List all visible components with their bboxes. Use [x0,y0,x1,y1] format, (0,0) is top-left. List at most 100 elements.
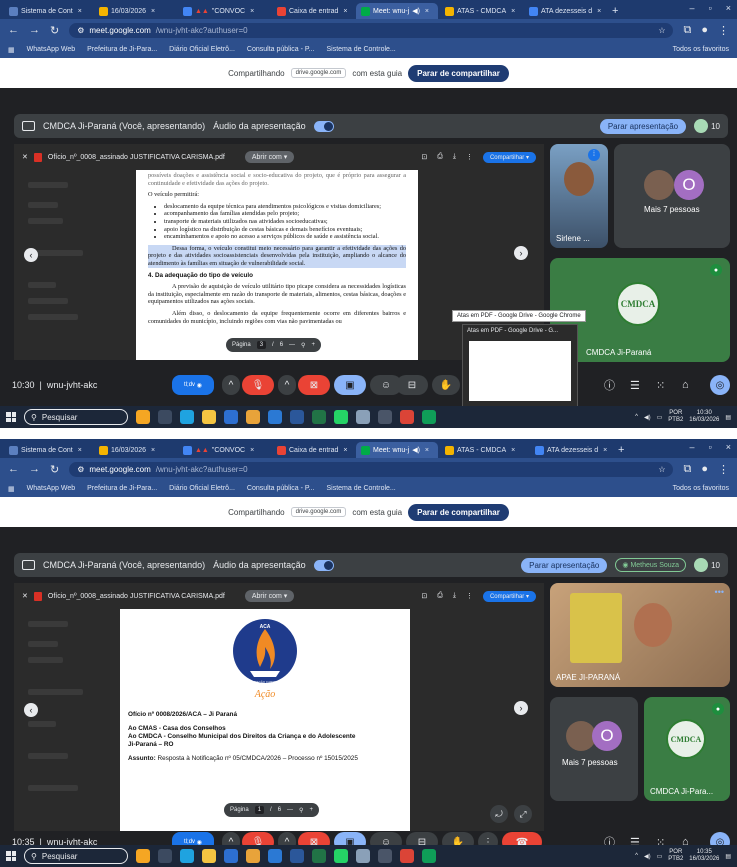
rotate-icon[interactable]: ⤾ [490,805,508,823]
stop-presenting-button[interactable]: Parar apresentação [599,118,687,134]
stop-sharing-button[interactable]: Parar de compartilhar [408,64,509,82]
bookmark-item[interactable]: Prefeitura de Ji-Para... [87,46,157,53]
stop-sharing-button[interactable]: Parar de compartilhar [408,503,509,521]
open-with-button[interactable]: Abrir com ▾ [244,151,295,163]
star-icon[interactable]: ☆ [658,465,665,474]
next-file-icon[interactable]: › [514,701,528,715]
taskbar-clock[interactable]: 10:35 16/03/2026 [689,849,719,863]
close-icon[interactable]: ✕ [22,153,28,161]
taskbar-search[interactable]: ⚲ Pesquisar [24,409,128,425]
back-icon[interactable]: ← [8,24,19,36]
close-icon[interactable]: × [78,8,82,15]
browser-tab[interactable]: Sistema de Cont × [4,442,92,458]
apps-icon[interactable]: ▦ [8,485,15,493]
browser-tab[interactable]: Caixa de entrad × [272,442,354,458]
chrome-icon[interactable] [246,849,260,863]
zoom-out-icon[interactable]: — [287,807,293,813]
windows-start-icon[interactable] [6,851,16,861]
extensions-icon[interactable]: ⧉ [683,463,691,476]
extensions-icon[interactable]: ⧉ [683,24,691,37]
zoom-in-icon[interactable]: + [311,342,315,348]
browser-tab[interactable]: ATAS - CMDCA × [440,3,522,19]
chrome-profile-icon[interactable] [422,849,436,863]
close-icon[interactable]: × [511,8,515,15]
calculator-icon[interactable] [378,410,392,424]
more-icon[interactable]: ⋮ [466,153,473,161]
zoom-in-icon[interactable]: + [309,807,313,813]
url-field[interactable]: ⚙ meet.google.com/wnu-jvht-akc?authuser=0… [69,461,674,477]
notepad-icon[interactable] [356,410,370,424]
participant-tile[interactable]: ••• APAE JI-PARANÁ [550,583,730,687]
participant-count[interactable]: 10 [694,119,720,133]
bookmark-item[interactable]: WhatsApp Web [27,46,76,53]
comment-icon[interactable]: ⊡ [421,592,427,600]
bookmark-item[interactable]: Consulta pública - P... [247,46,315,53]
reload-icon[interactable]: ↻ [50,24,59,37]
bookmark-item[interactable]: WhatsApp Web [27,485,76,492]
browser-tab[interactable]: ATA dezesseis d × [524,3,606,19]
page-number-input[interactable]: 3 [256,341,267,349]
tldv-button[interactable]: tl;dv ◉ [172,375,214,395]
presentation-audio-toggle[interactable] [313,120,334,132]
url-field[interactable]: ⚙ meet.google.com/wnu-jvht-akc?authuser=0… [69,22,674,38]
browser-tab[interactable]: ATAS - CMDCA × [440,442,528,458]
minimize-icon[interactable]: – [690,442,695,452]
edge-icon[interactable] [180,849,194,863]
browser-tab[interactable]: Sistema de Cont × [4,3,92,19]
browser-tab-active[interactable]: Meet: wnu-j ◀) × [356,3,438,19]
participant-overflow-tile[interactable]: O Mais 7 pessoas [550,697,638,801]
close-window-icon[interactable]: × [726,442,731,452]
microphone-off-button[interactable]: 🎙 [242,375,274,395]
store-icon[interactable] [224,410,238,424]
previous-file-icon[interactable]: ‹ [24,703,38,717]
browser-tab[interactable]: ATA dezesseis d × [530,442,612,458]
page-number-input[interactable]: 1 [254,806,265,814]
close-icon[interactable]: × [151,8,155,15]
close-icon[interactable]: ✕ [22,592,28,600]
excel-icon[interactable] [312,410,326,424]
host-controls-icon[interactable]: ⌂ [682,379,689,391]
browser-tab[interactable]: ▲▲ "CONVOC × [178,3,270,19]
minimize-icon[interactable]: – [690,3,695,13]
outlook-icon[interactable] [268,849,282,863]
notifications-icon[interactable]: ▤ [725,853,731,860]
apps-icon[interactable]: ▦ [8,46,15,54]
companion-icon[interactable]: ◎ [710,375,730,395]
edge-icon[interactable] [180,410,194,424]
new-tab-icon[interactable]: + [612,5,618,17]
video-options-icon[interactable]: ^ [278,375,296,395]
browser-tab[interactable]: ▲▲ "CONVOC × [178,442,270,458]
whatsapp-icon[interactable] [334,849,348,863]
expand-icon[interactable]: ⤢ [514,805,532,823]
bookmark-item[interactable]: Diário Oficial Eletrô... [169,485,235,492]
new-tab-icon[interactable]: + [618,444,624,456]
close-window-icon[interactable]: × [726,3,731,13]
close-icon[interactable]: × [250,447,254,454]
site-info-icon[interactable]: ⚙ [77,26,84,35]
menu-icon[interactable]: ⋮ [718,24,729,37]
activities-icon[interactable]: ⁙ [656,379,665,392]
close-icon[interactable]: × [425,447,429,454]
browser-tab-active[interactable]: Meet: wnu-j ◀) × [356,442,438,458]
calculator-icon[interactable] [378,849,392,863]
star-icon[interactable]: ☆ [658,26,665,35]
taskbar-search[interactable]: ⚲ Pesquisar [24,848,128,864]
close-icon[interactable]: × [78,447,82,454]
download-icon[interactable]: ⤓ [453,153,456,161]
network-icon[interactable]: ▭ [657,414,663,421]
task-view-icon[interactable] [158,410,172,424]
maximize-icon[interactable]: ▫ [709,3,712,13]
chrome-active-icon[interactable] [400,849,414,863]
maximize-icon[interactable]: ▫ [709,442,712,452]
previous-file-icon[interactable]: ‹ [24,248,38,262]
browser-tab[interactable]: 16/03/2026 × [94,442,176,458]
close-icon[interactable]: × [425,8,429,15]
bookmark-item[interactable]: Diário Oficial Eletrô... [169,46,235,53]
print-icon[interactable]: ⎙ [437,153,443,161]
volume-icon[interactable]: ◀) [644,414,651,421]
present-button[interactable]: ▣ [334,375,366,395]
taskbar-clock[interactable]: 10:30 16/03/2026 [689,410,719,424]
file-explorer-icon[interactable] [202,849,216,863]
excel-icon[interactable] [312,849,326,863]
notepad-icon[interactable] [356,849,370,863]
